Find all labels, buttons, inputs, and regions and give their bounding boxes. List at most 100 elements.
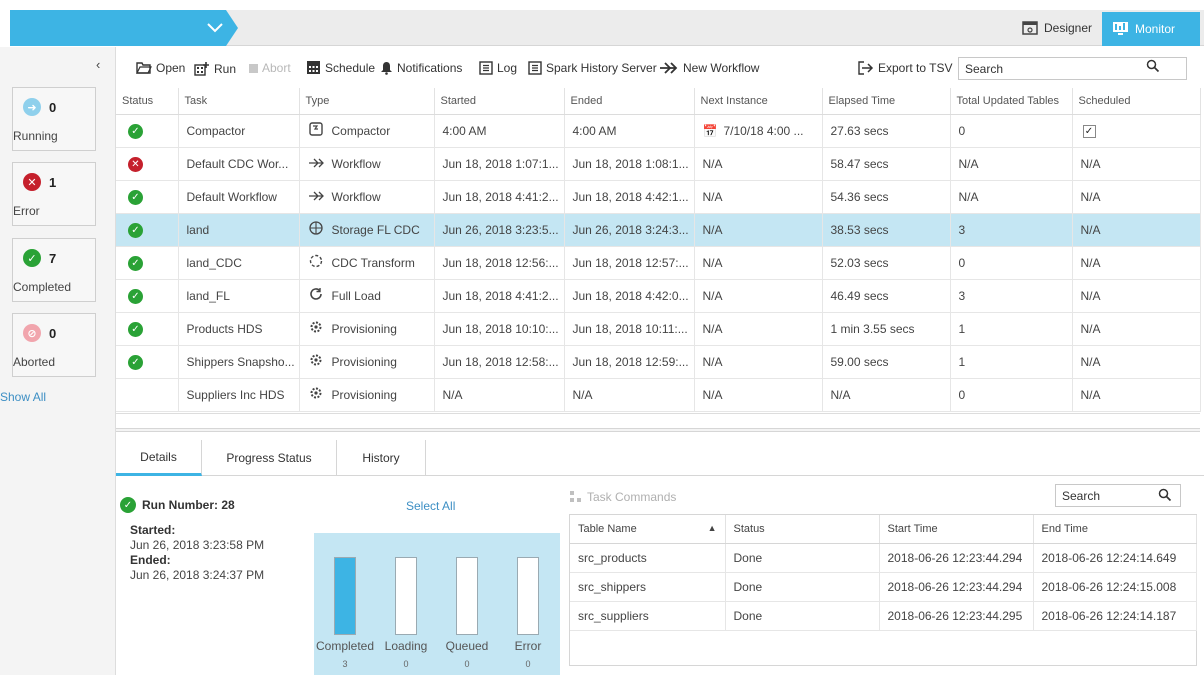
- horizontal-splitter[interactable]: [116, 428, 1200, 432]
- scheduled-value: N/A: [1080, 288, 1101, 303]
- search-icon[interactable]: [1146, 59, 1160, 73]
- col-ended[interactable]: Ended: [564, 88, 695, 115]
- completed-card[interactable]: ✓ 7 Completed: [12, 238, 96, 302]
- next-instance-value: N/A: [702, 321, 723, 336]
- col-table-name[interactable]: Table Name ▲: [570, 515, 726, 544]
- table-row[interactable]: ✓ land Storage FL CDC Jun 26, 2018 3:23:5..…: [116, 213, 1201, 247]
- log-icon: [479, 61, 493, 75]
- table-row[interactable]: ✓ Shippers Snapsho... Provisioning Jun 18, …: [116, 345, 1201, 379]
- col-next-instance[interactable]: Next Instance: [694, 88, 823, 115]
- type-cell: Provisioning: [299, 312, 435, 346]
- col-start-time[interactable]: Start Time: [879, 515, 1034, 544]
- error-count: 1: [49, 174, 57, 190]
- table-row[interactable]: src_shippers Done 2018-06-26 12:23:44.294 2…: [570, 572, 1197, 602]
- type-value: CDC Transform: [331, 255, 415, 270]
- notifications-button[interactable]: Notifications: [380, 61, 462, 75]
- running-card[interactable]: ➜ 0 Running: [12, 87, 96, 151]
- type-value: Workflow: [331, 156, 381, 171]
- status-cell: ✕: [116, 147, 179, 181]
- abort-button[interactable]: Abort: [249, 61, 291, 75]
- ended-cell: N/A: [564, 378, 695, 412]
- start-time-cell: 2018-06-26 12:23:44.295: [879, 601, 1034, 631]
- menu-toggle-button[interactable]: [196, 10, 238, 46]
- table-row[interactable]: ✕ Default CDC Wor... Workflow Jun 18, 2018 …: [116, 147, 1201, 181]
- search-icon[interactable]: [1158, 488, 1172, 502]
- show-all-link[interactable]: Show All: [0, 390, 46, 404]
- error-label: Error: [13, 204, 40, 218]
- status-sidebar: ‹ ➜ 0 Running ✕ 1 Error ✓ 7 Completed ⊘ …: [0, 47, 116, 675]
- progress-bars-panel: Completed Loading Queued Error 3 0 0 0: [314, 533, 560, 675]
- col-elapsed[interactable]: Elapsed Time: [822, 88, 951, 115]
- started-cell: Jun 18, 2018 12:56:...: [434, 246, 565, 280]
- success-icon: ✓: [128, 189, 143, 205]
- elapsed-cell: 52.03 secs: [822, 246, 951, 280]
- open-button[interactable]: Open: [136, 61, 185, 75]
- log-label: Log: [497, 61, 518, 75]
- col-type[interactable]: Type: [299, 88, 435, 115]
- status-cell: ✓: [116, 246, 179, 280]
- scheduled-cell: N/A: [1072, 378, 1201, 412]
- error-card[interactable]: ✕ 1 Error: [12, 162, 96, 226]
- scheduled-checkbox[interactable]: ✓: [1082, 125, 1096, 138]
- started-cell: Jun 18, 2018 1:07:1...: [434, 147, 565, 181]
- elapsed-cell: 27.63 secs: [822, 114, 951, 148]
- error-bar-label: Error: [514, 639, 542, 653]
- task-commands-button[interactable]: Task Commands: [569, 490, 676, 504]
- col-task[interactable]: Task: [178, 88, 300, 115]
- next-instance-cell: N/A: [694, 246, 823, 280]
- new-workflow-button[interactable]: New Workflow: [659, 61, 759, 75]
- completed-bar-count: 3: [342, 659, 348, 669]
- tab-progress-status[interactable]: Progress Status: [202, 440, 337, 476]
- elapsed-cell: 1 min 3.55 secs: [822, 312, 951, 346]
- tab-details[interactable]: Details: [116, 440, 202, 476]
- type-value: Provisioning: [331, 354, 397, 369]
- table-row[interactable]: ✓ Default Workflow Workflow Jun 18, 2018 4:…: [116, 180, 1201, 214]
- spark-history-button[interactable]: Spark History Server: [528, 61, 657, 75]
- collapse-sidebar-icon[interactable]: ‹: [96, 57, 100, 72]
- designer-label: Designer: [1044, 21, 1093, 35]
- next-instance-value: N/A: [702, 288, 723, 303]
- elapsed-cell: 46.49 secs: [822, 279, 951, 313]
- col-status[interactable]: Status: [116, 88, 179, 115]
- tasks-table: Status Task Type Started Ended Next Inst…: [116, 88, 1201, 412]
- table-status-header-row: Table Name ▲ Status Start Time End Time: [570, 515, 1197, 544]
- table-row[interactable]: src_suppliers Done 2018-06-26 12:23:44.295…: [570, 601, 1197, 631]
- run-button[interactable]: Run: [194, 61, 236, 76]
- col-table-status[interactable]: Status: [725, 515, 880, 544]
- table-row[interactable]: ✓ land_CDC CDC Transform Jun 18, 2018 12:56…: [116, 246, 1201, 280]
- table-row[interactable]: ✓ Products HDS Provisioning Jun 18, 2018 10…: [116, 312, 1201, 346]
- started-cell: 4:00 AM: [434, 114, 565, 148]
- table-row[interactable]: src_products Done 2018-06-26 12:23:44.294 2…: [570, 543, 1197, 573]
- monitor-button[interactable]: Monitor: [1102, 12, 1200, 46]
- status-cell: ✓: [116, 345, 179, 379]
- type-cell: Workflow: [299, 180, 435, 214]
- started-cell: Jun 18, 2018 4:41:2...: [434, 279, 565, 313]
- table-row[interactable]: ✓ land_FL Full Load Jun 18, 2018 4:41:2... J…: [116, 279, 1201, 313]
- schedule-button[interactable]: Schedule: [306, 61, 375, 75]
- tab-history[interactable]: History: [337, 440, 426, 476]
- ended-cell: Jun 18, 2018 12:57:...: [564, 246, 695, 280]
- col-total-tables[interactable]: Total Updated Tables: [950, 88, 1073, 115]
- type-cell: Storage FL CDC: [299, 213, 435, 247]
- table-row[interactable]: Suppliers Inc HDS Provisioning N/A N/A N/A N/…: [116, 378, 1201, 412]
- aborted-card[interactable]: ⊘ 0 Aborted: [12, 313, 96, 377]
- designer-button[interactable]: Designer: [1014, 13, 1100, 43]
- table-row[interactable]: ✓ Compactor Compactor 4:00 AM 4:00 AM 📅 7/10/1…: [116, 114, 1201, 148]
- log-button[interactable]: Log: [479, 61, 517, 75]
- table-status-cell: Done: [725, 601, 880, 631]
- col-started[interactable]: Started: [434, 88, 565, 115]
- success-icon: ✓: [128, 288, 143, 304]
- loading-bar-count: 0: [403, 659, 409, 669]
- started-cell: Jun 26, 2018 3:23:5...: [434, 213, 565, 247]
- select-all-link[interactable]: Select All: [406, 499, 455, 513]
- started-cell: Jun 18, 2018 12:58:...: [434, 345, 565, 379]
- abort-label: Abort: [262, 61, 291, 75]
- export-tsv-button[interactable]: Export to TSV: [858, 61, 952, 75]
- completed-bar[interactable]: [334, 557, 356, 635]
- col-end-time[interactable]: End Time: [1033, 515, 1197, 544]
- queued-bar[interactable]: [456, 557, 478, 635]
- error-bar-count: 0: [525, 659, 531, 669]
- col-scheduled[interactable]: Scheduled: [1072, 88, 1201, 115]
- error-bar[interactable]: [517, 557, 539, 635]
- loading-bar[interactable]: [395, 557, 417, 635]
